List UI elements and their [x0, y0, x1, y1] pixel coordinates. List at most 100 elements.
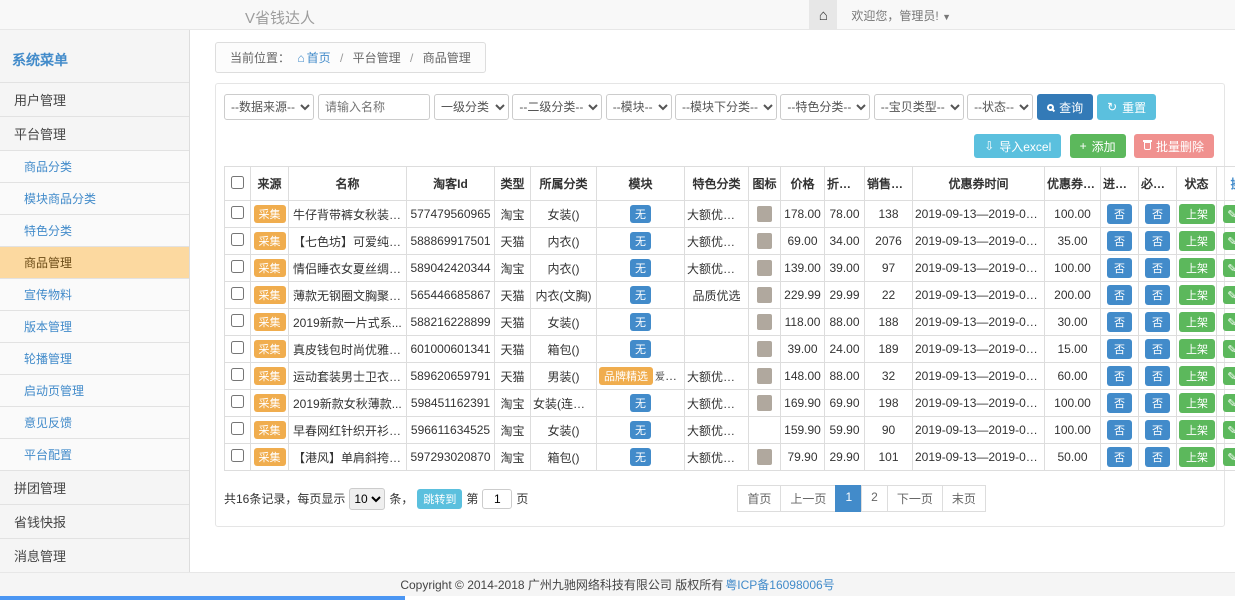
import-select-button[interactable]: 否	[1107, 231, 1132, 251]
row-checkbox[interactable]	[231, 314, 244, 327]
row-checkbox[interactable]	[231, 341, 244, 354]
row-checkbox[interactable]	[231, 287, 244, 300]
edit-button[interactable]: ✎	[1223, 232, 1235, 250]
pagination-item-2[interactable]: 2	[861, 485, 888, 512]
sidebar-item-用户管理[interactable]: 用户管理	[0, 83, 189, 117]
import-select-button[interactable]: 否	[1107, 312, 1132, 332]
import-select-button[interactable]: 否	[1107, 393, 1132, 413]
sidebar-item-特色分类[interactable]: 特色分类	[0, 215, 189, 247]
filter-select-1[interactable]: --二级分类--	[512, 94, 602, 120]
price: 159.90	[781, 417, 825, 444]
status-on-sale-button[interactable]: 上架	[1179, 339, 1215, 359]
row-checkbox[interactable]	[231, 422, 244, 435]
pagination-item-末页[interactable]: 末页	[942, 485, 986, 512]
jump-button[interactable]: 跳转到	[417, 489, 462, 509]
status-on-sale-button[interactable]: 上架	[1179, 393, 1215, 413]
sidebar-item-拼团管理[interactable]: 拼团管理	[0, 471, 189, 505]
must-buy-button[interactable]: 否	[1145, 231, 1170, 251]
filter-select-2[interactable]: --模块--	[606, 94, 672, 120]
icp-link[interactable]: 粤ICP备16098006号	[725, 576, 834, 593]
must-buy-button[interactable]: 否	[1145, 366, 1170, 386]
row-checkbox[interactable]	[231, 449, 244, 462]
import-select-button[interactable]: 否	[1107, 366, 1132, 386]
import-select-button[interactable]: 否	[1107, 447, 1132, 467]
pagination-item-首页[interactable]: 首页	[737, 485, 781, 512]
filter-select-3[interactable]: --模块下分类--	[675, 94, 777, 120]
status-on-sale-button[interactable]: 上架	[1179, 447, 1215, 467]
pagination-item-上一页[interactable]: 上一页	[780, 485, 836, 512]
row-checkbox[interactable]	[231, 260, 244, 273]
add-button[interactable]: + 添加	[1070, 134, 1126, 158]
sidebar-item-省钱快报[interactable]: 省钱快报	[0, 505, 189, 539]
batch-delete-button[interactable]: 批量删除	[1134, 134, 1214, 158]
must-buy-button[interactable]: 否	[1145, 339, 1170, 359]
edit-button[interactable]: ✎	[1223, 286, 1235, 304]
sidebar-item-宣传物料[interactable]: 宣传物料	[0, 279, 189, 311]
breadcrumb-separator: /	[410, 51, 413, 65]
scrollbar-thumb[interactable]	[0, 596, 405, 600]
pagination-item-下一页[interactable]: 下一页	[887, 485, 943, 512]
edit-button[interactable]: ✎	[1223, 394, 1235, 412]
reset-button[interactable]: ↻ 重置	[1097, 94, 1156, 120]
import-select-button[interactable]: 否	[1107, 204, 1132, 224]
status-on-sale-button[interactable]: 上架	[1179, 285, 1215, 305]
edit-button[interactable]: ✎	[1223, 421, 1235, 439]
sidebar-item-商品管理[interactable]: 商品管理	[0, 247, 189, 279]
edit-button[interactable]: ✎	[1223, 259, 1235, 277]
row-checkbox[interactable]	[231, 233, 244, 246]
edit-button[interactable]: ✎	[1223, 313, 1235, 331]
edit-button[interactable]: ✎	[1223, 205, 1235, 223]
sidebar-item-版本管理[interactable]: 版本管理	[0, 311, 189, 343]
sidebar-item-意见反馈[interactable]: 意见反馈	[0, 407, 189, 439]
sidebar-item-消息管理[interactable]: 消息管理	[0, 539, 189, 572]
must-buy-button[interactable]: 否	[1145, 393, 1170, 413]
user-menu[interactable]: 欢迎您，管理员! ▼	[837, 7, 965, 24]
module-badge: 无	[630, 313, 651, 331]
filter-select-data-source[interactable]: --数据来源--	[224, 94, 314, 120]
sidebar-item-平台管理[interactable]: 平台管理	[0, 117, 189, 151]
status-on-sale-button[interactable]: 上架	[1179, 204, 1215, 224]
breadcrumb-item[interactable]: 平台管理	[353, 51, 401, 65]
sidebar-item-轮播管理[interactable]: 轮播管理	[0, 343, 189, 375]
must-buy-button[interactable]: 否	[1145, 258, 1170, 278]
horizontal-scrollbar[interactable]	[0, 596, 1235, 600]
edit-button[interactable]: ✎	[1223, 340, 1235, 358]
sidebar-item-模块商品分类[interactable]: 模块商品分类	[0, 183, 189, 215]
must-buy-button[interactable]: 否	[1145, 204, 1170, 224]
row-checkbox[interactable]	[231, 206, 244, 219]
row-checkbox[interactable]	[231, 395, 244, 408]
edit-button[interactable]: ✎	[1223, 448, 1235, 466]
sidebar-item-商品分类[interactable]: 商品分类	[0, 151, 189, 183]
search-button[interactable]: 查询	[1037, 94, 1093, 120]
name-search-input[interactable]	[318, 94, 430, 120]
filter-select-6[interactable]: --状态--	[967, 94, 1033, 120]
must-buy-button[interactable]: 否	[1145, 447, 1170, 467]
must-buy-button[interactable]: 否	[1145, 312, 1170, 332]
sidebar-item-平台配置[interactable]: 平台配置	[0, 439, 189, 471]
must-buy-button[interactable]: 否	[1145, 420, 1170, 440]
import-excel-button[interactable]: ⇩ 导入excel	[974, 134, 1061, 158]
status-on-sale-button[interactable]: 上架	[1179, 366, 1215, 386]
sidebar-item-启动页管理[interactable]: 启动页管理	[0, 375, 189, 407]
select-all-checkbox[interactable]	[231, 176, 244, 189]
filter-select-5[interactable]: --宝贝类型--	[874, 94, 964, 120]
import-select-button[interactable]: 否	[1107, 285, 1132, 305]
page-number-input[interactable]	[482, 489, 512, 509]
import-select-button[interactable]: 否	[1107, 420, 1132, 440]
breadcrumb-home-link[interactable]: ⌂首页	[293, 51, 330, 65]
edit-button[interactable]: ✎	[1223, 367, 1235, 385]
status-on-sale-button[interactable]: 上架	[1179, 258, 1215, 278]
pagination-item-1[interactable]: 1	[835, 485, 862, 512]
filter-select-4[interactable]: --特色分类--	[780, 94, 870, 120]
import-select-button[interactable]: 否	[1107, 339, 1132, 359]
filter-select-0[interactable]: 一级分类	[434, 94, 509, 120]
per-page-select[interactable]: 10	[349, 488, 385, 510]
row-checkbox[interactable]	[231, 368, 244, 381]
status-on-sale-button[interactable]: 上架	[1179, 231, 1215, 251]
sales-count: 189	[865, 336, 913, 363]
must-buy-button[interactable]: 否	[1145, 285, 1170, 305]
import-select-button[interactable]: 否	[1107, 258, 1132, 278]
status-on-sale-button[interactable]: 上架	[1179, 420, 1215, 440]
home-button[interactable]: ⌂	[809, 0, 837, 30]
status-on-sale-button[interactable]: 上架	[1179, 312, 1215, 332]
